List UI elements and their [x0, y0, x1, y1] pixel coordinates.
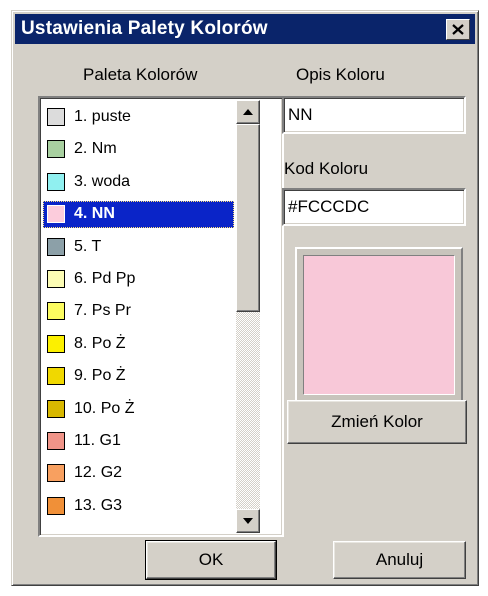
palette-item-label: 11. G1 — [74, 432, 121, 449]
palette-list-item[interactable]: 5. T — [43, 234, 234, 261]
palette-list-item[interactable]: 6. Pd Pp — [43, 266, 234, 293]
palette-list-item[interactable]: 12. G2 — [43, 460, 234, 487]
palette-list-item[interactable]: 9. Po Ż — [43, 363, 234, 390]
color-swatch — [47, 367, 65, 386]
color-swatch — [47, 205, 65, 224]
palette-item-label: 5. T — [74, 237, 102, 255]
color-swatch — [47, 237, 65, 256]
palette-item-label: 3. woda — [74, 172, 131, 190]
color-swatch — [47, 334, 65, 353]
color-swatch — [47, 399, 65, 418]
palette-item-label: 12. G2 — [74, 464, 123, 482]
color-code-label: Kod Koloru — [284, 159, 369, 178]
description-label: Opis Koloru — [296, 65, 385, 84]
scroll-up-button[interactable] — [236, 100, 260, 124]
cancel-button[interactable]: Anuluj — [333, 541, 466, 579]
palette-list-item[interactable]: 1. puste — [43, 104, 234, 131]
scroll-down-button[interactable] — [236, 509, 260, 533]
color-swatch — [47, 108, 65, 126]
scroll-down-arrow-icon — [243, 518, 253, 524]
close-button[interactable] — [446, 19, 470, 40]
palette-listbox[interactable]: 1. puste 2. Nm 3. woda 4. NN 5. T 6. Pd Pp 7. … — [38, 96, 284, 537]
palette-heading: Paleta Kolorów — [83, 65, 198, 84]
palette-item-label: 7. Ps Pr — [74, 302, 131, 320]
window-title: Ustawienia Palety Kolorów — [21, 18, 268, 39]
scroll-up-arrow-icon — [243, 109, 253, 115]
scrollbar-thumb[interactable] — [236, 124, 260, 312]
title-bar: Ustawienia Palety Kolorów — [15, 14, 475, 44]
color-preview-swatch — [303, 255, 455, 395]
palette-item-label: 8. Po Ż — [74, 334, 126, 352]
palette-item-label: 10. Po Ż — [74, 399, 135, 417]
palette-scrollbar[interactable] — [236, 100, 260, 533]
color-swatch — [47, 270, 65, 288]
color-swatch — [47, 432, 65, 450]
close-icon — [452, 24, 464, 35]
color-swatch — [47, 140, 65, 159]
palette-item-label: 6. Pd Pp — [74, 270, 136, 287]
palette-list-item[interactable]: 4. NN — [43, 201, 234, 229]
palette-item-label: 13. G3 — [74, 496, 123, 514]
palette-item-label: 2. Nm — [74, 140, 117, 158]
palette-list-item[interactable]: 8. Po Ż — [43, 331, 234, 358]
palette-list-item[interactable]: 11. G1 — [43, 428, 234, 455]
change-color-button[interactable]: Zmień Kolor — [287, 400, 467, 444]
color-code-field[interactable]: #FCCCDC — [282, 188, 466, 226]
ok-button[interactable]: OK — [145, 540, 277, 580]
palette-list-item[interactable]: 10. Po Ż — [43, 396, 234, 423]
color-swatch — [47, 302, 65, 321]
color-preview — [295, 247, 463, 403]
palette-list-item[interactable]: 2. Nm — [43, 136, 234, 163]
color-swatch — [47, 172, 65, 191]
palette-settings-dialog: Ustawienia Palety Kolorów Paleta Kolorów… — [11, 10, 479, 586]
palette-item-label: 9. Po Ż — [74, 367, 126, 385]
color-swatch — [47, 496, 65, 515]
palette-item-label: 1. puste — [74, 108, 131, 125]
palette-list-item[interactable]: 13. G3 — [43, 493, 234, 520]
palette-item-label: 4. NN — [74, 205, 115, 223]
palette-list-item[interactable]: 3. woda — [43, 169, 234, 196]
palette-list-item[interactable]: 7. Ps Pr — [43, 298, 234, 325]
color-swatch — [47, 464, 65, 483]
description-field[interactable]: NN — [282, 96, 466, 134]
